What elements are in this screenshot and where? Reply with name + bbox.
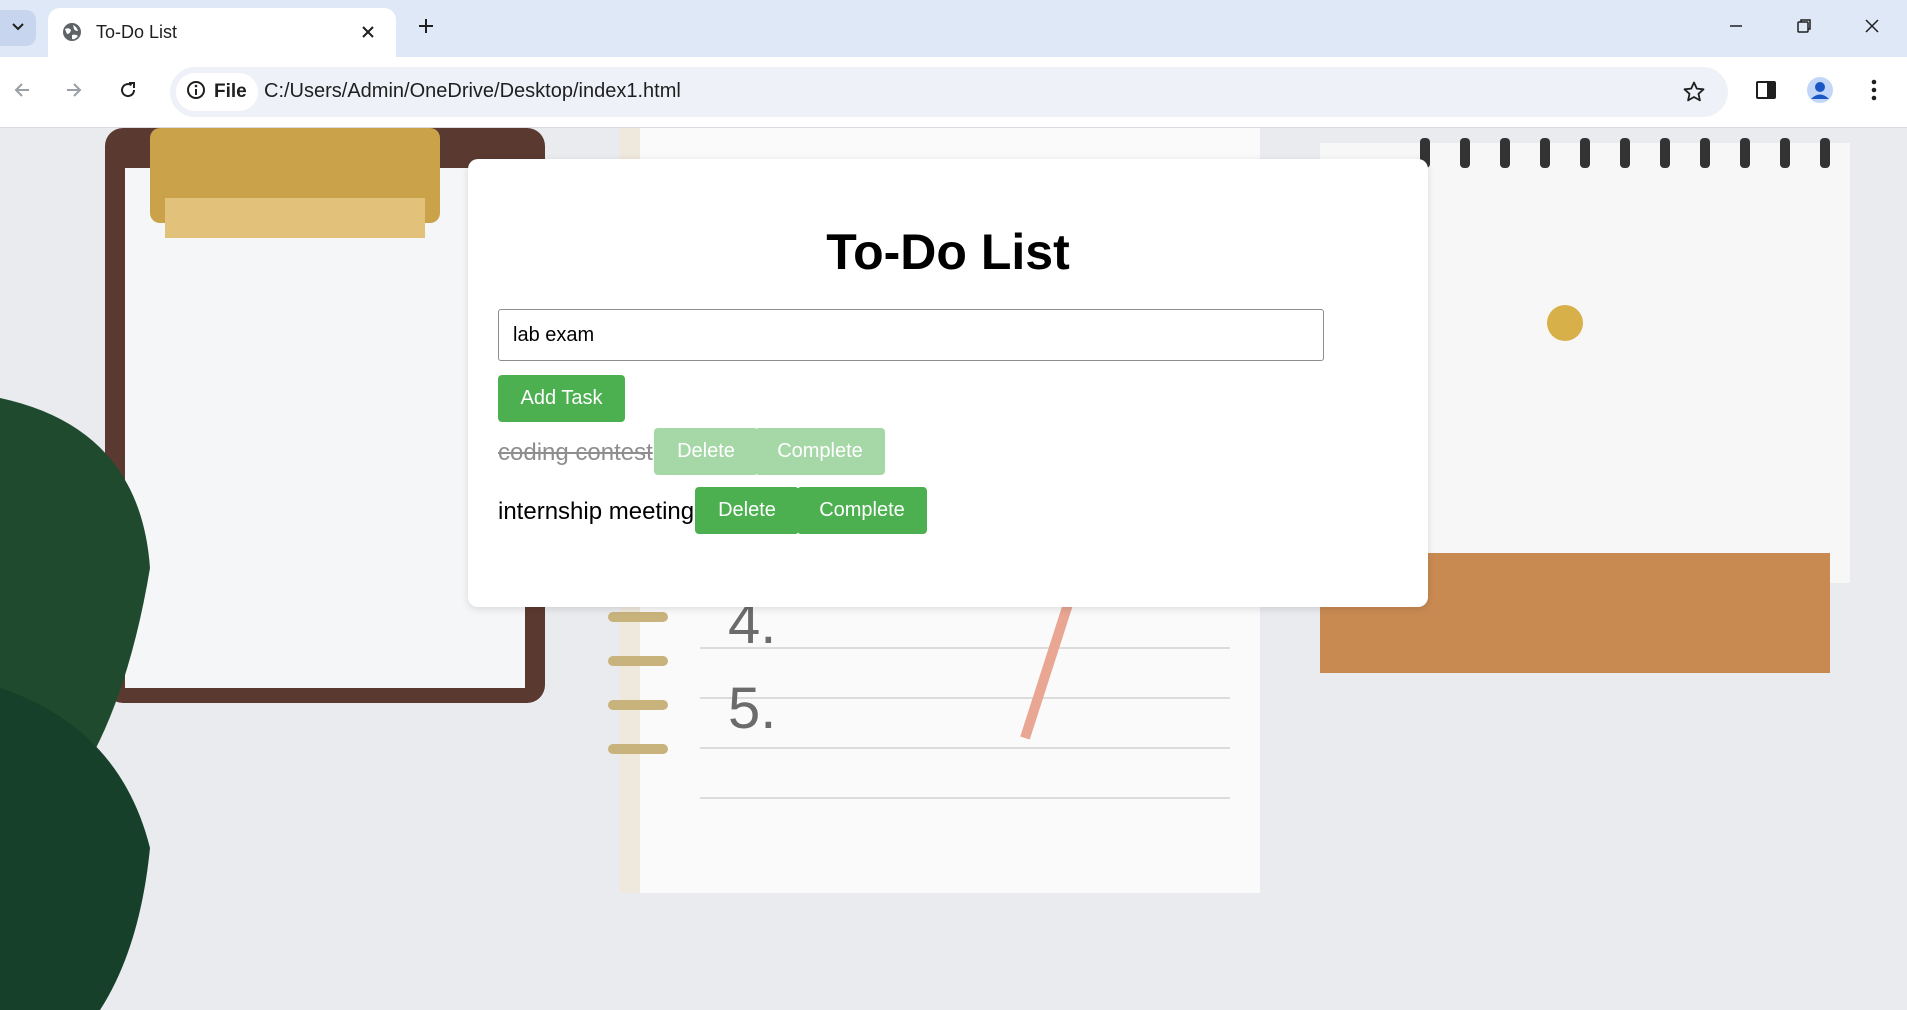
browser-toolbar: File C:/Users/Admin/OneDrive/Desktop/ind… <box>0 57 1907 128</box>
task-text: internship meeting <box>498 498 695 525</box>
menu-button[interactable] <box>1856 74 1892 110</box>
complete-task-button[interactable]: Complete <box>797 487 927 534</box>
back-icon <box>12 80 32 105</box>
svg-text:5.: 5. <box>728 676 776 741</box>
info-icon <box>186 80 206 105</box>
complete-task-button[interactable]: Complete <box>755 428 885 475</box>
delete-task-button[interactable]: Delete <box>695 487 799 534</box>
side-panel-button[interactable] <box>1748 74 1784 110</box>
url-text[interactable]: C:/Users/Admin/OneDrive/Desktop/index1.h… <box>264 80 681 103</box>
minimize-button[interactable] <box>1712 10 1760 46</box>
minimize-icon <box>1728 18 1744 39</box>
todo-card: To-Do List Add Task coding contest Delet… <box>468 159 1428 607</box>
window-close-icon <box>1864 18 1880 39</box>
site-info-chip[interactable]: File <box>176 73 258 111</box>
window-close-button[interactable] <box>1848 10 1896 46</box>
forward-icon <box>64 80 84 105</box>
task-input[interactable] <box>498 309 1324 361</box>
star-icon[interactable] <box>1680 78 1708 106</box>
reload-button[interactable] <box>110 74 146 110</box>
address-bar[interactable]: File C:/Users/Admin/OneDrive/Desktop/ind… <box>170 67 1728 117</box>
tab-active[interactable]: To-Do List <box>48 8 396 57</box>
profile-button[interactable] <box>1802 74 1838 110</box>
site-chip-label: File <box>214 81 247 102</box>
profile-icon <box>1806 76 1834 109</box>
restore-icon <box>1796 18 1812 39</box>
page-title: To-Do List <box>826 224 1070 280</box>
side-panel-icon <box>1755 79 1777 106</box>
tab-list-icon <box>10 18 26 39</box>
back-button[interactable] <box>4 74 40 110</box>
close-icon[interactable] <box>356 20 380 44</box>
restore-button[interactable] <box>1780 10 1828 46</box>
tab-title: To-Do List <box>96 22 178 42</box>
tab-strip: To-Do List <box>0 0 1907 57</box>
task-text-completed: coding contest <box>498 439 653 466</box>
page-viewport: 4. 5. To-Do List Add Task coding contes <box>0 128 1907 1010</box>
menu-icon <box>1870 78 1878 107</box>
add-task-button[interactable]: Add Task <box>498 375 625 422</box>
forward-button[interactable] <box>56 74 92 110</box>
globe-icon <box>62 22 82 42</box>
tab-list-button[interactable] <box>0 10 36 46</box>
reload-icon <box>118 80 138 105</box>
plus-icon <box>417 17 435 40</box>
delete-task-button[interactable]: Delete <box>654 428 758 475</box>
new-tab-button[interactable] <box>412 14 440 42</box>
